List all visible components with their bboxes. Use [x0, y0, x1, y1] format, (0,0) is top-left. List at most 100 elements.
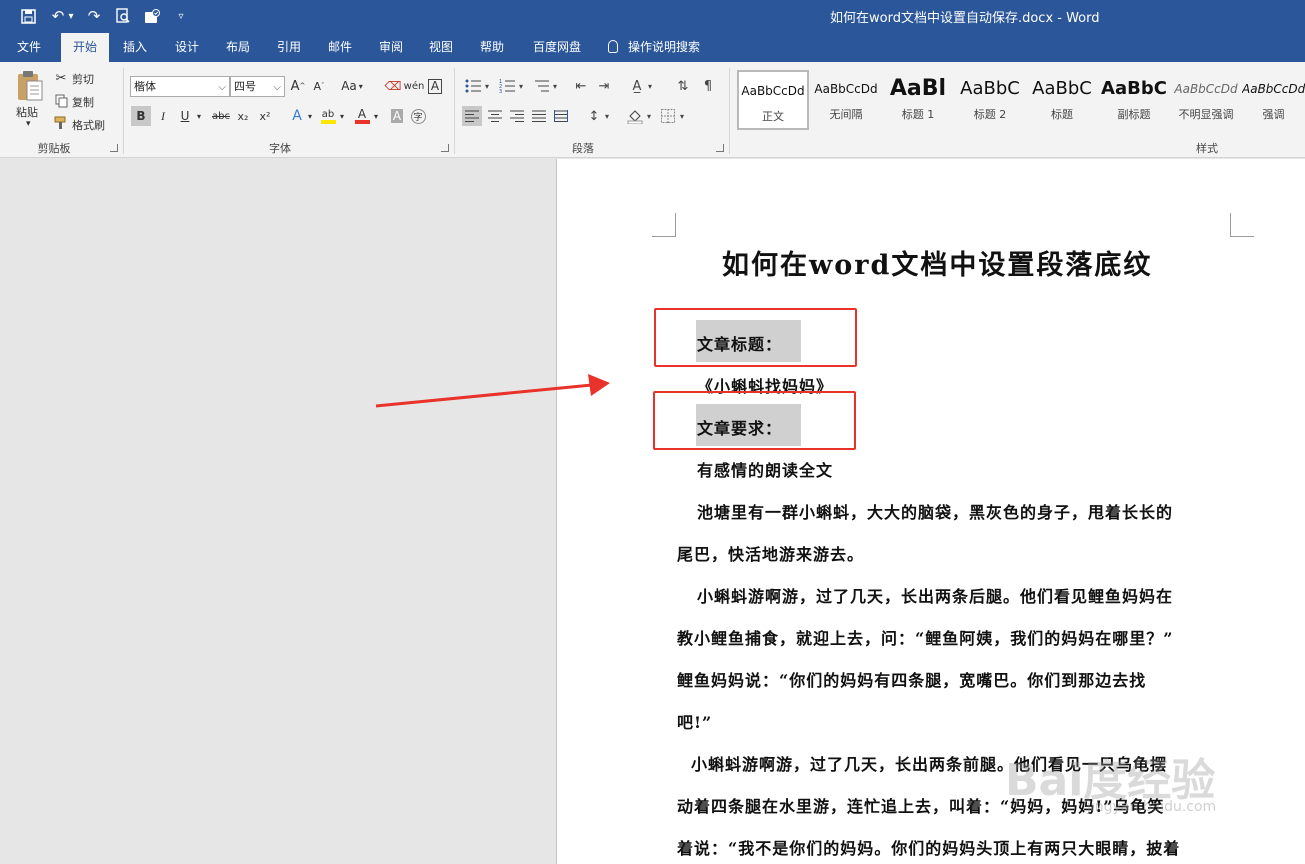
multilevel-dropdown-icon[interactable]: ▾ — [550, 76, 560, 96]
change-case-icon: Aa — [341, 79, 357, 93]
clipboard-group-label: 剪贴板 — [37, 142, 71, 155]
undo-icon[interactable]: ↶ — [48, 6, 68, 26]
text-effects-icon[interactable]: A — [287, 106, 307, 126]
customize-icon[interactable]: ▿ — [171, 6, 191, 26]
style-subtitle[interactable]: AaBbC 副标题 — [1098, 70, 1170, 130]
style-subtle-emphasis[interactable]: AaBbCcDd 不明显强调 — [1170, 70, 1242, 130]
scissors-icon[interactable]: ✂ — [53, 70, 69, 86]
style-normal[interactable]: AaBbCcDd 正文 — [737, 70, 809, 130]
tab-help[interactable]: 帮助 — [470, 33, 514, 62]
bullets-dropdown-icon[interactable]: ▾ — [482, 76, 492, 96]
paragraph-launcher-icon[interactable]: ↘ — [716, 144, 724, 152]
font-name-combo[interactable]: 楷体 ⌵ — [130, 76, 230, 97]
body-line: 着说：“我不是你们的妈妈。你们的妈妈头顶上有两只大眼睛，披着 — [677, 839, 1181, 858]
tab-baidu-netdisk[interactable]: 百度网盘 — [526, 33, 588, 62]
chinese-layout-dropdown-icon[interactable]: ▾ — [645, 76, 655, 96]
document-page[interactable]: 如何在word文档中设置段落底纹 文章标题： 《小蝌蚪找妈妈》 文章要求： 有感… — [556, 159, 1305, 864]
body-line: 吧!” — [677, 713, 713, 732]
copy-icon[interactable] — [53, 93, 69, 109]
bullets-icon[interactable] — [463, 76, 483, 96]
underline-dropdown-icon[interactable]: ▾ — [194, 106, 204, 126]
align-right-icon[interactable] — [507, 106, 527, 126]
multilevel-list-icon[interactable] — [531, 76, 551, 96]
borders-dropdown-icon[interactable]: ▾ — [677, 106, 687, 126]
tab-insert[interactable]: 插入 — [113, 33, 157, 62]
char-border-icon[interactable]: A — [425, 76, 445, 96]
style-emphasis[interactable]: AaBbCcDd 强调 — [1242, 70, 1305, 130]
decrease-indent-icon[interactable]: ⇤ — [571, 76, 591, 96]
style-title[interactable]: AaBbC 标题 — [1026, 70, 1098, 130]
chinese-layout-icon[interactable]: A̲ — [627, 76, 647, 96]
align-left-icon[interactable] — [462, 106, 482, 126]
align-center-icon[interactable] — [485, 106, 505, 126]
tab-home[interactable]: 开始 — [61, 33, 109, 62]
text-effects-label: A — [292, 108, 302, 124]
paste-icon[interactable] — [14, 70, 46, 102]
format-painter-icon[interactable] — [53, 115, 69, 131]
redo-icon[interactable]: ↷ — [84, 6, 104, 26]
style-preview: AaBbC — [1101, 78, 1167, 99]
highlight-dropdown-icon[interactable]: ▾ — [337, 106, 347, 126]
print-preview-icon[interactable] — [113, 6, 133, 26]
strikethrough-button[interactable]: abc — [209, 106, 233, 126]
char-shading-icon[interactable]: A — [387, 106, 407, 126]
italic-button[interactable]: I — [153, 106, 173, 126]
font-color-icon[interactable]: A — [352, 106, 372, 126]
tab-mailings[interactable]: 邮件 — [318, 33, 362, 62]
increase-indent-icon[interactable]: ⇥ — [594, 76, 614, 96]
tell-me-search[interactable]: 操作说明搜索 — [608, 33, 700, 62]
enclose-char-icon[interactable]: 字 — [408, 106, 428, 126]
bold-button[interactable]: B — [131, 106, 151, 126]
copy-button[interactable]: 复制 — [72, 94, 94, 110]
shrink-font-button[interactable]: Aˇ — [309, 76, 329, 96]
undo-dropdown-icon[interactable]: ▾ — [66, 6, 76, 26]
font-color-dropdown-icon[interactable]: ▾ — [371, 106, 381, 126]
sort-icon[interactable]: ⇅ — [673, 76, 693, 96]
distributed-icon[interactable] — [551, 106, 571, 126]
numbering-dropdown-icon[interactable]: ▾ — [516, 76, 526, 96]
show-marks-icon[interactable]: ¶ — [698, 76, 718, 96]
superscript-button[interactable]: x² — [255, 106, 275, 126]
style-no-spacing[interactable]: AaBbCcDd 无间隔 — [810, 70, 882, 130]
paste-dropdown-icon[interactable]: ▾ — [26, 119, 31, 129]
tab-review[interactable]: 审阅 — [369, 33, 413, 62]
font-size-combo[interactable]: 四号 ⌵ — [230, 76, 285, 97]
grow-font-button[interactable]: A ^ — [288, 76, 308, 96]
paste-button[interactable]: 粘贴 — [16, 104, 38, 120]
tab-view[interactable]: 视图 — [419, 33, 463, 62]
shading-icon[interactable] — [625, 106, 645, 126]
shading-dropdown-icon[interactable]: ▾ — [644, 106, 654, 126]
subscript-button[interactable]: x₂ — [233, 106, 253, 126]
text-effects-dropdown-icon[interactable]: ▾ — [305, 106, 315, 126]
cut-button[interactable]: 剪切 — [72, 71, 94, 87]
format-painter-button[interactable]: 格式刷 — [72, 117, 105, 133]
body-line: 教小鲤鱼捕食，就迎上去，问：“鲤鱼阿姨，我们的妈妈在哪里？” — [677, 629, 1174, 648]
line-spacing-dropdown-icon[interactable]: ▾ — [602, 106, 612, 126]
annotation-box — [653, 391, 856, 450]
underline-button[interactable]: U — [175, 106, 195, 126]
tab-file[interactable]: 文件 — [8, 33, 50, 62]
annotation-box — [654, 308, 857, 367]
save-icon[interactable] — [18, 6, 38, 26]
tab-design[interactable]: 设计 — [165, 33, 209, 62]
borders-icon[interactable] — [658, 106, 678, 126]
font-size-value: 四号 — [234, 80, 256, 93]
clear-formatting-icon[interactable]: ⌫ — [383, 76, 403, 96]
style-heading-2[interactable]: AaBbC 标题 2 — [954, 70, 1026, 130]
chevron-down-icon: ⌵ — [218, 82, 226, 93]
line-spacing-icon[interactable]: ↕ — [584, 106, 604, 126]
enclose-label: 字 — [410, 108, 426, 124]
style-preview: AaBl — [889, 76, 947, 101]
phonetic-label: wén — [403, 80, 425, 92]
tab-layout[interactable]: 布局 — [216, 33, 260, 62]
justify-icon[interactable] — [529, 106, 549, 126]
change-case-button[interactable]: Aa ▾ — [338, 76, 366, 96]
font-launcher-icon[interactable]: ↘ — [441, 144, 449, 152]
touch-mode-icon[interactable] — [142, 6, 162, 26]
tab-references[interactable]: 引用 — [267, 33, 311, 62]
numbering-icon[interactable]: 123 — [497, 76, 517, 96]
clipboard-launcher-icon[interactable]: ↘ — [110, 144, 118, 152]
highlight-color-icon[interactable]: ab — [318, 106, 338, 126]
phonetic-guide-icon[interactable]: wén — [403, 76, 425, 96]
style-heading-1[interactable]: AaBl 标题 1 — [882, 70, 954, 130]
